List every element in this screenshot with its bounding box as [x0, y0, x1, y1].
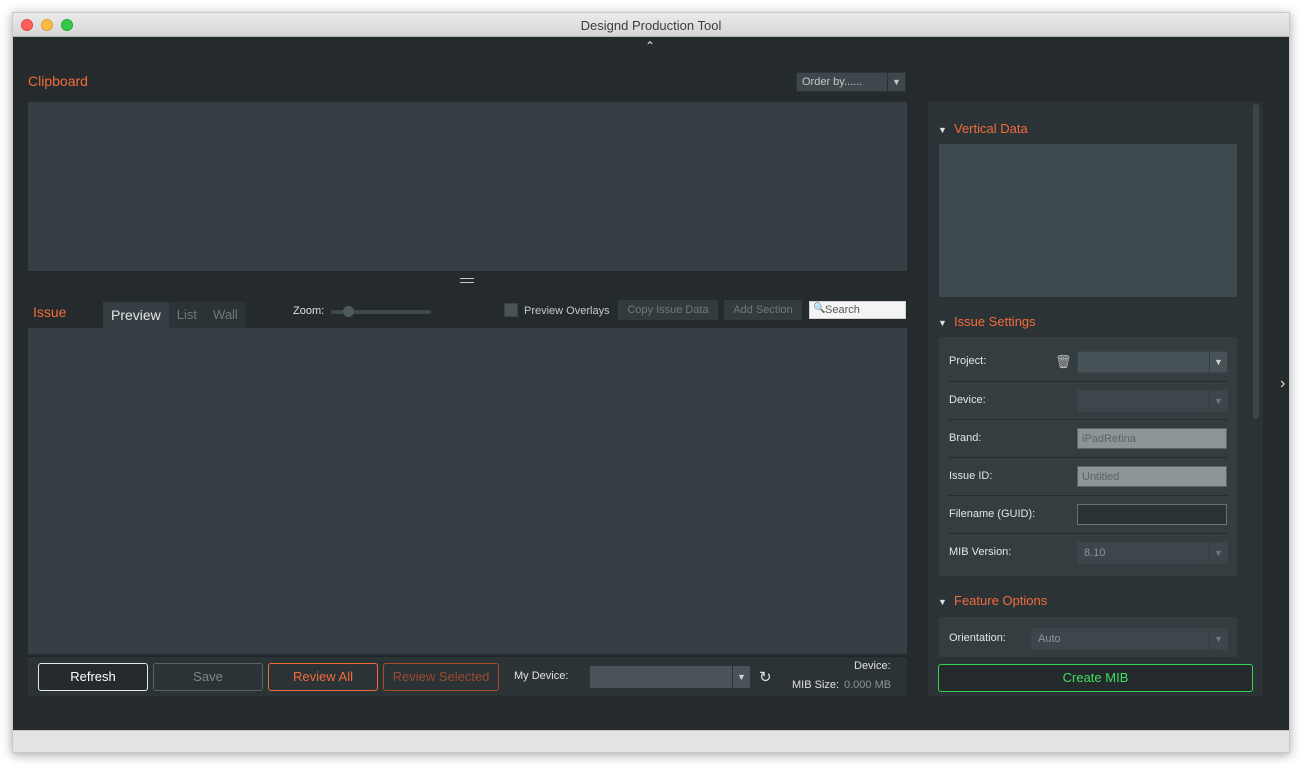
issue-tabs: Preview List Wall [103, 302, 246, 328]
orientation-label: Orientation: [949, 632, 1006, 644]
issue-preview-area[interactable] [28, 328, 907, 654]
review-selected-button[interactable]: Review Selected [383, 663, 499, 691]
review-all-button[interactable]: Review All [268, 663, 378, 691]
clipboard-area[interactable] [28, 102, 907, 271]
create-mib-button[interactable]: Create MIB [938, 664, 1253, 692]
search-placeholder: Search [825, 304, 860, 316]
zoom-label: Zoom: [293, 305, 325, 317]
status-bar [13, 730, 1289, 752]
brand-field[interactable]: iPadRetina [1077, 428, 1227, 449]
app-window: Designd Production Tool ⌃ Clipboard Orde… [12, 12, 1290, 753]
brand-value: iPadRetina [1082, 433, 1136, 445]
device-info-label: Device: [854, 660, 891, 672]
chevron-down-icon: ▼ [887, 73, 905, 91]
issue-id-label: Issue ID: [949, 470, 993, 482]
search-input[interactable]: 🔍 Search [809, 301, 906, 319]
preview-overlays-checkbox[interactable] [504, 303, 518, 317]
chevron-right-icon[interactable]: › [1280, 375, 1285, 393]
save-button[interactable]: Save [153, 663, 263, 691]
disclosure-triangle-icon[interactable]: ▼ [938, 318, 947, 328]
collapse-up-chevron-icon[interactable]: ⌃ [645, 39, 655, 53]
vertical-data-area[interactable] [939, 144, 1237, 297]
disclosure-triangle-icon[interactable]: ▼ [938, 125, 947, 135]
issue-id-value: Untitled [1082, 471, 1120, 483]
mib-version-select[interactable]: 8.10 ▼ [1077, 542, 1228, 564]
brand-label: Brand: [949, 432, 982, 444]
window-title: Designd Production Tool [580, 18, 722, 33]
tab-wall[interactable]: Wall [205, 302, 246, 328]
copy-issue-data-button[interactable]: Copy Issue Data [618, 300, 718, 320]
order-by-value: Order by...... [802, 76, 863, 88]
add-section-button[interactable]: Add Section [724, 300, 802, 320]
filename-guid-label: Filename (GUID): [949, 508, 1036, 520]
feature-options-title[interactable]: Feature Options [954, 593, 1047, 608]
refresh-devices-icon[interactable]: ↻ [759, 668, 772, 686]
row-divider [949, 381, 1227, 382]
mib-version-value: 8.10 [1084, 547, 1106, 559]
project-label: Project: [949, 355, 987, 367]
chevron-down-icon: ▼ [732, 666, 750, 688]
orientation-value: Auto [1038, 633, 1061, 645]
issue-label: Issue [33, 304, 67, 320]
vertical-data-title[interactable]: Vertical Data [954, 121, 1028, 136]
issue-settings-title[interactable]: Issue Settings [954, 314, 1036, 329]
device-select[interactable]: ▼ [1077, 390, 1228, 412]
mib-size-value: 0.000 MB [844, 679, 892, 691]
row-divider [949, 419, 1227, 420]
tab-list[interactable]: List [168, 302, 206, 328]
tab-preview[interactable]: Preview [103, 302, 169, 328]
row-divider [949, 495, 1227, 496]
refresh-button[interactable]: Refresh [38, 663, 148, 691]
splitter-handle[interactable] [460, 278, 474, 283]
clipboard-label: Clipboard [28, 73, 88, 89]
trash-icon[interactable]: 🗑 [1055, 354, 1072, 370]
project-select[interactable]: ▼ [1077, 351, 1228, 373]
chevron-down-icon: ▼ [1209, 543, 1227, 563]
disclosure-triangle-icon[interactable]: ▼ [938, 597, 947, 607]
mib-size-label: MIB Size: [792, 679, 840, 691]
search-icon: 🔍 [813, 303, 826, 314]
chevron-down-icon: ▼ [1209, 391, 1227, 411]
mib-version-label: MIB Version: [949, 546, 1012, 558]
issue-id-field[interactable]: Untitled [1077, 466, 1227, 487]
title-bar: Designd Production Tool [13, 13, 1289, 37]
my-device-label: My Device: [514, 670, 569, 682]
order-by-select[interactable]: Order by...... ▼ [796, 72, 906, 92]
sidebar-scrollbar[interactable] [1253, 104, 1259, 419]
orientation-select[interactable]: Auto ▼ [1031, 628, 1228, 650]
device-label: Device: [949, 394, 986, 406]
row-divider [949, 533, 1227, 534]
zoom-slider-thumb[interactable] [343, 306, 354, 317]
preview-overlays-label: Preview Overlays [524, 305, 610, 317]
filename-guid-field[interactable] [1077, 504, 1227, 525]
chevron-down-icon: ▼ [1209, 629, 1227, 649]
my-device-select[interactable]: ▼ [590, 666, 750, 688]
chevron-down-icon: ▼ [1209, 352, 1227, 372]
row-divider [949, 457, 1227, 458]
